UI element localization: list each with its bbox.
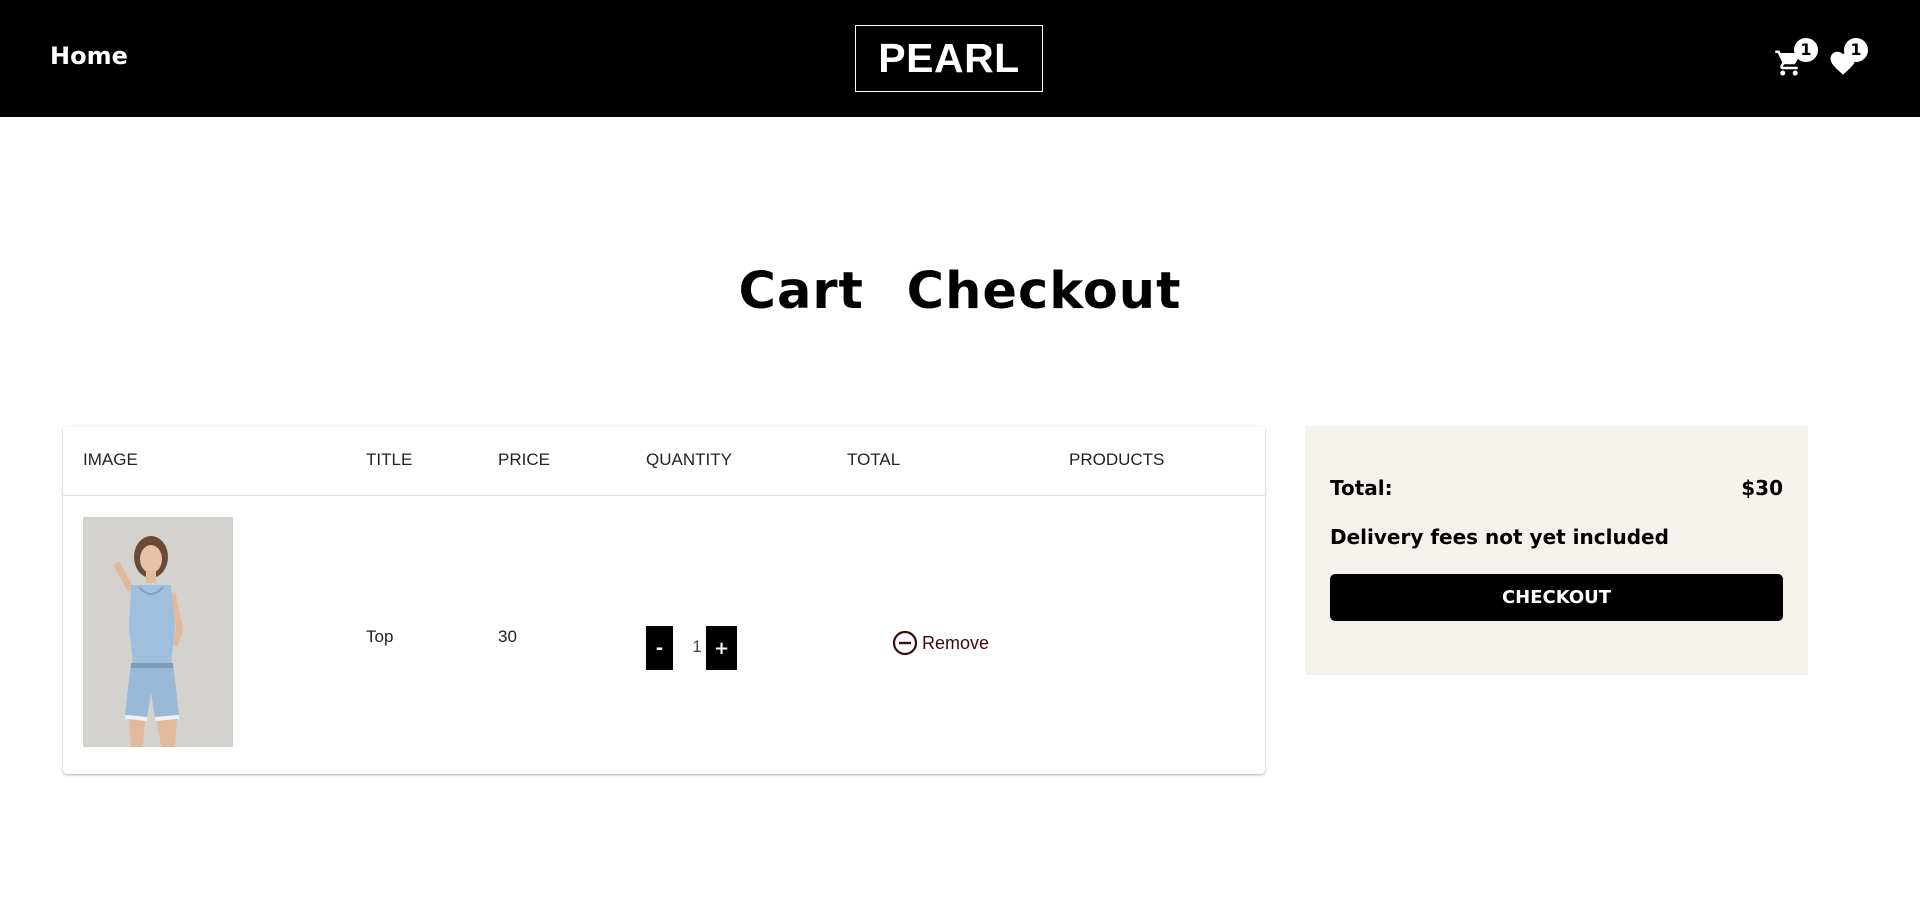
delivery-note: Delivery fees not yet included: [1330, 525, 1669, 549]
remove-label: Remove: [922, 632, 990, 653]
home-link[interactable]: Home: [50, 42, 128, 70]
product-price: 30: [498, 627, 517, 646]
total-value: $30: [1741, 476, 1783, 500]
checkout-button[interactable]: CHECKOUT: [1330, 574, 1783, 621]
column-header-title: TITLE: [366, 450, 413, 469]
decrement-button[interactable]: -: [646, 626, 673, 670]
column-header-image: IMAGE: [83, 450, 138, 469]
column-header-products: PRODUCTS: [1069, 450, 1165, 469]
brand-logo[interactable]: PEARL: [855, 25, 1043, 92]
wishlist-button[interactable]: 1: [1828, 38, 1868, 78]
increment-button[interactable]: +: [706, 626, 737, 670]
page-title: Cart Checkout: [738, 262, 1182, 321]
column-header-quantity: QUANTITY: [646, 450, 732, 469]
navbar: Home PEARL 1 1: [0, 0, 1920, 117]
product-photo: [83, 517, 233, 747]
remove-button[interactable]: Remove: [892, 630, 989, 656]
column-header-price: PRICE: [498, 450, 550, 469]
product-image[interactable]: [83, 517, 233, 747]
wishlist-count-badge: 1: [1844, 38, 1868, 62]
minus-circle-icon: [892, 630, 918, 656]
order-summary: Total: $30 Delivery fees not yet include…: [1305, 426, 1808, 675]
cart-table: IMAGE TITLE PRICE QUANTITY TOTAL PRODUCT…: [63, 426, 1265, 774]
column-header-total: TOTAL: [847, 450, 901, 469]
cart-button[interactable]: 1: [1774, 38, 1818, 78]
table-header: IMAGE TITLE PRICE QUANTITY TOTAL PRODUCT…: [63, 426, 1265, 496]
brand-name: PEARL: [878, 35, 1020, 81]
cart-count-badge: 1: [1794, 38, 1818, 62]
product-title: Top: [366, 627, 394, 646]
total-label: Total:: [1330, 476, 1393, 500]
